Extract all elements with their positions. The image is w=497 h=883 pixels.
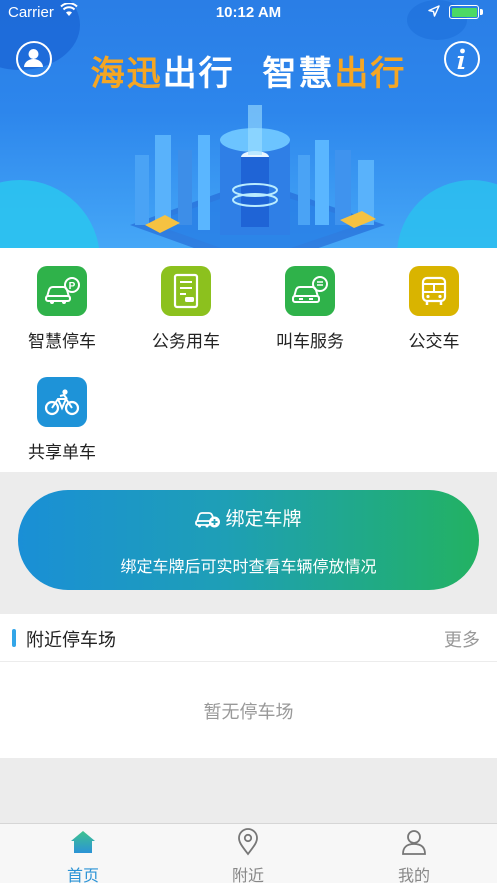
- clock: 10:12 AM: [215, 4, 282, 21]
- service-bike[interactable]: 共享单车: [0, 377, 124, 463]
- service-official-car[interactable]: 公务用车: [124, 266, 248, 352]
- bind-plate-heading: 绑定车牌: [18, 504, 479, 531]
- section-header: 附近停车场 更多: [0, 614, 497, 662]
- bike-icon: [37, 377, 87, 427]
- bind-plate-banner[interactable]: 绑定车牌 绑定车牌后可实时查看车辆停放情况: [18, 490, 479, 590]
- service-label: 智慧停车: [28, 332, 96, 352]
- official-car-icon: [161, 266, 211, 316]
- hero-banner: Carrier 10:12 AM 海迅出行 智慧出行: [0, 0, 497, 248]
- tab-label: 附近: [231, 866, 264, 883]
- bind-plate-subtitle: 绑定车牌后可实时查看车辆停放情况: [120, 557, 377, 576]
- service-label: 公交车: [408, 332, 460, 352]
- service-taxi[interactable]: 叫车服务: [248, 266, 372, 352]
- tab-nearby[interactable]: 附近: [165, 828, 331, 883]
- hero-title-part: 出行: [162, 54, 235, 94]
- home-icon: [71, 831, 95, 853]
- services-grid: P 智慧停车 公务用车 叫车服务 公交车 共享单车: [0, 248, 497, 472]
- service-bus[interactable]: 公交车: [372, 266, 496, 352]
- location-pin-icon: [238, 828, 258, 856]
- tab-label: 首页: [66, 866, 99, 883]
- service-smart-parking[interactable]: P 智慧停车: [0, 266, 124, 352]
- bottom-tab-bar: 首页 附近 我的: [0, 823, 497, 883]
- car-plus-icon: [195, 511, 221, 527]
- status-bar: Carrier 10:12 AM: [0, 0, 497, 24]
- bus-icon: [409, 266, 459, 316]
- battery-cap: [480, 9, 483, 15]
- info-button[interactable]: [444, 41, 480, 77]
- taxi-service-icon: [285, 266, 335, 316]
- decor-blob: [397, 180, 497, 248]
- hero-title: 海迅出行 智慧出行: [0, 46, 497, 95]
- svg-text:P: P: [69, 281, 76, 292]
- decor-blob: [0, 180, 100, 248]
- hero-title-part: 海迅: [90, 54, 163, 94]
- section-title: 附近停车场: [26, 630, 116, 651]
- service-label: 叫车服务: [276, 332, 344, 352]
- profile-icon: [402, 830, 426, 855]
- tab-profile[interactable]: 我的: [331, 828, 497, 883]
- hero-title-part: 智慧: [262, 54, 335, 94]
- empty-state-text: 暂无停车场: [203, 702, 294, 723]
- service-label: 共享单车: [28, 443, 96, 463]
- section-accent-bar: [12, 629, 16, 647]
- battery-icon: [449, 5, 479, 19]
- hero-title-part: 出行: [334, 54, 407, 94]
- more-link[interactable]: 更多: [444, 626, 480, 652]
- bind-plate-title: 绑定车牌: [225, 508, 302, 530]
- smart-parking-icon: P: [37, 266, 87, 316]
- tab-label: 我的: [397, 866, 430, 883]
- nearby-parking-section: 附近停车场 更多 暂无停车场: [0, 614, 497, 758]
- smart-city-illustration: [130, 105, 385, 248]
- location-arrow-icon: [428, 5, 440, 17]
- service-label: 公务用车: [152, 332, 220, 352]
- tab-home[interactable]: 首页: [0, 828, 166, 883]
- info-icon: [457, 48, 465, 69]
